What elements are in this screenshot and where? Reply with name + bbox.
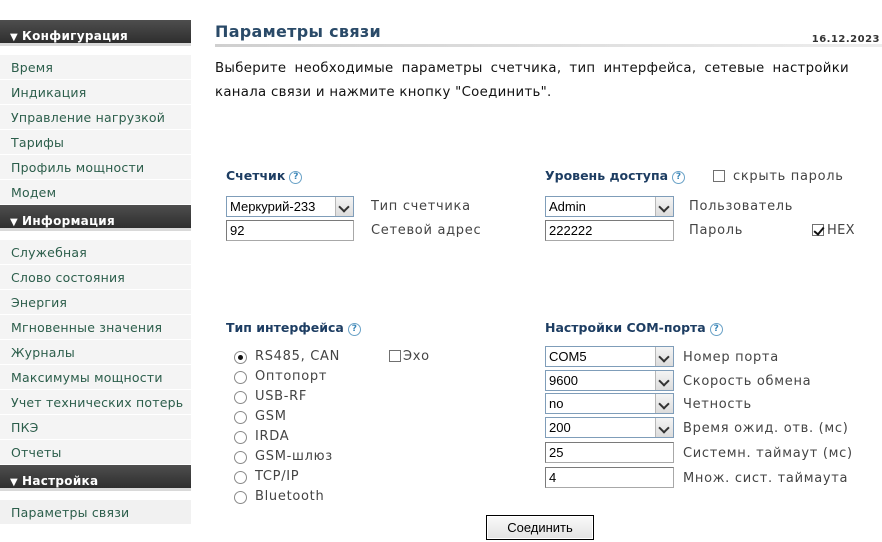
sidebar-item-reports[interactable]: Отчеты <box>0 440 191 465</box>
sidebar-item-modem[interactable]: Модем <box>0 180 191 205</box>
sidebar-item-pke[interactable]: ПКЭ <box>0 415 191 440</box>
radio-icon <box>234 391 247 404</box>
intro-text: Выберите необходимые параметры счетчика,… <box>215 61 849 100</box>
password-input[interactable]: 222222 <box>545 220 674 241</box>
page-title: Параметры связи <box>215 22 382 41</box>
sidebar-item-instant-values[interactable]: Мгновенные значения <box>0 315 191 340</box>
com-group-title: Настройки COM-порта? <box>545 320 723 336</box>
password-label: Пароль <box>689 223 744 238</box>
system-timeout-input[interactable]: 25 <box>545 442 674 463</box>
section-header-settings[interactable]: ▼ Настройка <box>0 465 191 491</box>
connect-button[interactable]: Соединить <box>486 515 594 540</box>
wait-time-label: Время ожид. отв. (мс) <box>683 421 849 436</box>
baud-rate-select[interactable]: 9600 <box>545 370 674 391</box>
sidebar-item-tech-losses[interactable]: Учет технических потерь <box>0 390 191 415</box>
system-timeout-label: Системн. таймаут (мс) <box>683 446 853 461</box>
sidebar: ▼ Конфигурация Время Индикация Управление… <box>0 0 192 542</box>
chevron-down-icon <box>655 394 673 413</box>
sidebar-item-power-profile[interactable]: Профиль мощности <box>0 155 191 180</box>
radio-icon <box>234 411 247 424</box>
sidebar-item-load-control[interactable]: Управление нагрузкой <box>0 105 191 130</box>
radio-selected-icon <box>234 351 247 364</box>
hide-password-label: скрыть пароль <box>733 169 844 184</box>
sidebar-item-power-max[interactable]: Максимумы мощности <box>0 365 191 390</box>
section-header-config[interactable]: ▼ Конфигурация <box>0 20 191 46</box>
meter-type-select[interactable]: Меркурий-233 <box>226 196 354 217</box>
sidebar-item-status-word[interactable]: Слово состояния <box>0 265 191 290</box>
parity-select[interactable]: no <box>545 393 674 414</box>
help-icon[interactable]: ? <box>672 171 686 184</box>
radio-icon <box>234 471 247 484</box>
hex-label: HEX <box>827 223 855 238</box>
chevron-down-icon <box>655 371 673 390</box>
radio-icon <box>234 431 247 444</box>
parity-label: Четность <box>683 397 752 412</box>
wait-time-select[interactable]: 200 <box>545 417 674 438</box>
hex-checkbox[interactable] <box>812 224 824 236</box>
user-select[interactable]: Admin <box>545 196 674 217</box>
help-icon[interactable]: ? <box>347 323 361 336</box>
baud-rate-label: Скорость обмена <box>683 374 812 389</box>
help-icon[interactable]: ? <box>709 323 723 336</box>
sidebar-item-time[interactable]: Время <box>0 55 191 80</box>
sidebar-item-tariffs[interactable]: Тарифы <box>0 130 191 155</box>
sidebar-item-indication[interactable]: Индикация <box>0 80 191 105</box>
meter-type-label: Тип счетчика <box>371 199 471 214</box>
meter-group-title: Счетчик? <box>226 168 303 184</box>
triangle-down-icon: ▼ <box>10 477 18 488</box>
chevron-down-icon <box>655 418 673 437</box>
radio-icon <box>234 491 247 504</box>
help-icon[interactable]: ? <box>289 171 303 184</box>
triangle-down-icon: ▼ <box>10 32 18 43</box>
network-address-input[interactable]: 92 <box>226 220 354 241</box>
com-port-label: Номер порта <box>683 350 779 365</box>
timeout-multiplier-label: Множ. сист. таймаута <box>683 471 849 486</box>
sidebar-item-service[interactable]: Служебная <box>0 240 191 265</box>
chevron-down-icon <box>335 197 353 216</box>
radio-icon <box>234 451 247 464</box>
hide-password-checkbox[interactable] <box>713 170 725 182</box>
section-header-info[interactable]: ▼ Информация <box>0 205 191 231</box>
sidebar-item-connection-params[interactable]: Параметры связи <box>0 500 191 525</box>
chevron-down-icon <box>655 347 673 366</box>
chevron-down-icon <box>655 197 673 216</box>
network-address-label: Сетевой адрес <box>371 223 482 238</box>
echo-checkbox[interactable] <box>389 350 401 362</box>
com-port-select[interactable]: COM5 <box>545 346 674 367</box>
sidebar-item-energy[interactable]: Энергия <box>0 290 191 315</box>
echo-label: Эхо <box>403 349 430 364</box>
sidebar-item-journals[interactable]: Журналы <box>0 340 191 365</box>
title-divider <box>215 44 882 47</box>
timeout-multiplier-input[interactable]: 4 <box>545 467 674 488</box>
user-label: Пользователь <box>689 199 794 214</box>
triangle-down-icon: ▼ <box>10 217 18 228</box>
access-group-title: Уровень доступа? <box>545 168 686 184</box>
radio-icon <box>234 371 247 384</box>
interface-group-title: Тип интерфейса? <box>226 320 361 336</box>
